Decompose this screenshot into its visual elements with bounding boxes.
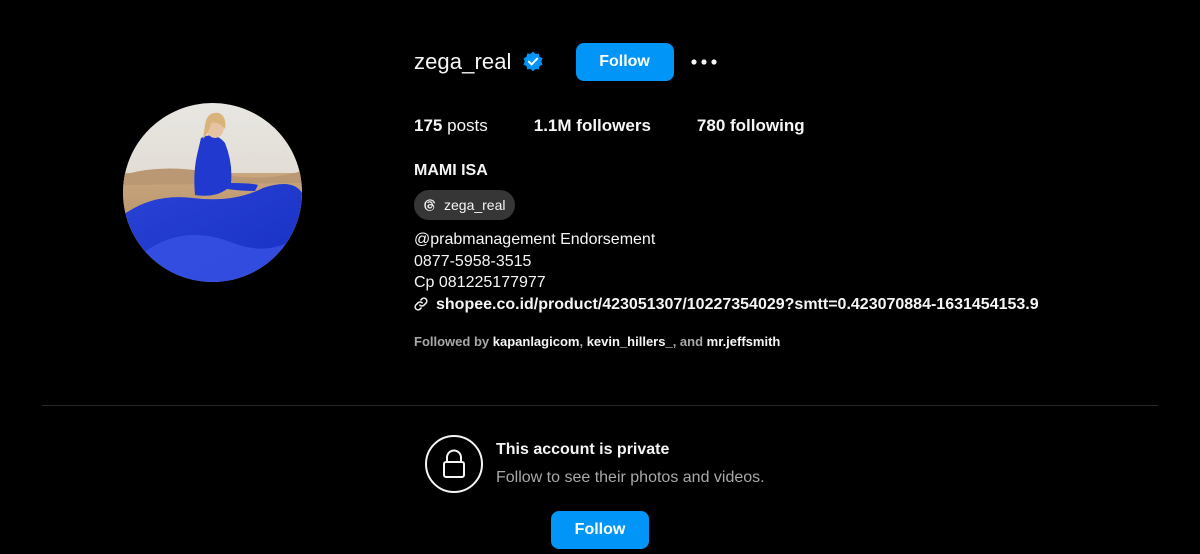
posts-label: posts [447, 116, 488, 135]
followed-by: Followed by kapanlagicom, kevin_hillers_… [414, 334, 780, 349]
following-stat[interactable]: 780 following [697, 116, 805, 136]
private-account-title: This account is private [496, 441, 670, 458]
profile-page: zega_real Follow 175 posts 1.1M follower… [0, 0, 1200, 554]
lock-icon [425, 435, 483, 493]
private-account-subtitle: Follow to see their photos and videos. [496, 469, 765, 486]
bio: @prabmanagement Endorsement 0877-5958-35… [414, 229, 1039, 315]
followed-by-prefix: Followed by [414, 334, 490, 349]
following-label: following [730, 116, 805, 135]
verified-badge-icon [522, 51, 544, 73]
posts-stat: 175 posts [414, 116, 488, 136]
mutual-follower-link[interactable]: kapanlagicom [493, 334, 580, 349]
external-link[interactable]: shopee.co.id/product/423051307/102273540… [414, 294, 1039, 316]
followers-count: 1.1M [533, 116, 572, 135]
threads-link[interactable]: zega_real [414, 190, 515, 220]
following-count: 780 [696, 116, 726, 135]
follow-button[interactable]: Follow [575, 43, 674, 81]
bio-line: @prabmanagement Endorsement [414, 231, 656, 248]
threads-icon [424, 199, 436, 211]
mutual-follower-link[interactable]: kevin_hillers_ [587, 334, 673, 349]
mutual-follower-link[interactable]: mr.jeffsmith [707, 334, 781, 349]
full-name: MAMI ISA [414, 162, 488, 179]
separator: , and [672, 334, 704, 349]
profile-header: zega_real Follow [414, 42, 717, 82]
username[interactable]: zega_real [414, 49, 512, 75]
followers-stat[interactable]: 1.1M followers [534, 116, 651, 136]
more-options-icon[interactable] [690, 43, 717, 81]
threads-handle: zega_real [444, 197, 506, 213]
profile-stats: 175 posts 1.1M followers 780 following [414, 116, 851, 136]
followers-label: followers [576, 116, 651, 135]
divider [42, 405, 1158, 406]
bio-line: Cp 081225177977 [414, 274, 546, 291]
follow-button-private[interactable]: Follow [551, 511, 649, 549]
avatar[interactable] [123, 103, 302, 282]
external-link-text: shopee.co.id/product/423051307/102273540… [436, 295, 1039, 313]
separator: , [579, 334, 584, 349]
avatar-image [123, 103, 302, 282]
posts-count: 175 [414, 116, 443, 135]
bio-line: 0877-5958-3515 [414, 252, 532, 270]
link-icon [414, 297, 428, 311]
